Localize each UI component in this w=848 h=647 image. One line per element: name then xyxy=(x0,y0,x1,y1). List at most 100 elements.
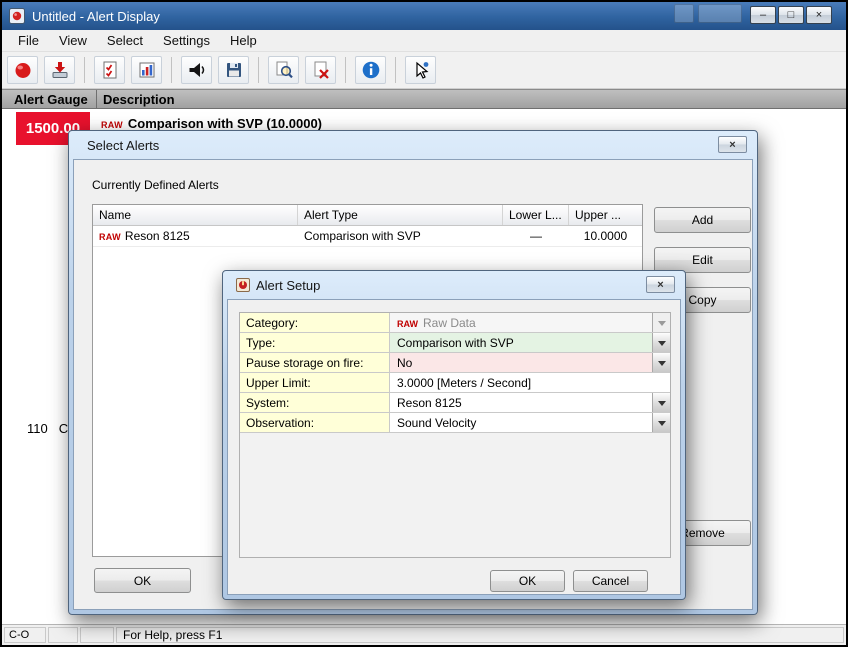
menu-help[interactable]: Help xyxy=(220,30,267,51)
field-label: Observation: xyxy=(240,413,390,432)
partial-row-value: 110 xyxy=(27,421,48,436)
alert-setup-titlebar[interactable]: Alert Setup × xyxy=(223,271,685,299)
import-icon xyxy=(50,60,70,80)
alert-setup-grid: Category: RAW Raw Data Type: Comparison w… xyxy=(239,312,671,558)
table-row[interactable]: RAW Reson 8125 Comparison with SVP — 10.… xyxy=(93,226,642,247)
main-titlebar[interactable]: Untitled - Alert Display – □ × xyxy=(2,2,846,30)
menu-select[interactable]: Select xyxy=(97,30,153,51)
info-icon xyxy=(361,60,381,80)
chevron-down-icon[interactable] xyxy=(652,353,670,372)
column-header-description[interactable]: Description xyxy=(97,90,846,108)
cancel-button[interactable]: Cancel xyxy=(573,570,648,592)
field-value: 3.0000 [Meters / Second] xyxy=(397,376,531,390)
pointer-button[interactable] xyxy=(405,56,436,84)
close-icon[interactable]: × xyxy=(646,276,675,293)
field-system: System: Reson 8125 xyxy=(240,393,670,413)
raw-tag: RAW xyxy=(397,319,418,329)
alert-setup-body: Category: RAW Raw Data Type: Comparison w… xyxy=(227,299,681,595)
alert-setup-icon xyxy=(236,278,250,292)
remove-view-icon xyxy=(311,60,331,80)
ok-button[interactable]: OK xyxy=(490,570,565,592)
column-header-lower-limit[interactable]: Lower L... xyxy=(503,205,569,225)
window-title: Untitled - Alert Display xyxy=(32,9,160,24)
column-header-alert-gauge[interactable]: Alert Gauge xyxy=(2,90,97,108)
field-label: System: xyxy=(240,393,390,412)
cell-lower-limit: — xyxy=(503,229,569,243)
currently-defined-alerts-label: Currently Defined Alerts xyxy=(92,178,219,192)
status-pane-2 xyxy=(48,627,78,643)
alert-description: Comparison with SVP (10.0000) xyxy=(128,116,322,131)
alert-row[interactable]: RAW Comparison with SVP (10.0000) xyxy=(101,116,322,131)
add-button[interactable]: Add xyxy=(654,207,751,233)
ok-button[interactable]: OK xyxy=(94,568,191,593)
field-category: Category: RAW Raw Data xyxy=(240,313,670,333)
toolbar-separator xyxy=(84,57,85,83)
chart-button[interactable] xyxy=(131,56,162,84)
close-icon[interactable]: × xyxy=(718,136,747,153)
menubar: File View Select Settings Help xyxy=(2,30,846,52)
type-combobox[interactable]: Comparison with SVP xyxy=(390,333,670,352)
raw-tag: RAW xyxy=(99,232,121,242)
field-label: Upper Limit: xyxy=(240,373,390,392)
observation-combobox[interactable]: Sound Velocity xyxy=(390,413,670,432)
alert-setup-dialog: Alert Setup × Category: RAW Raw Data Type… xyxy=(222,270,686,600)
menu-settings[interactable]: Settings xyxy=(153,30,220,51)
field-value: Sound Velocity xyxy=(397,416,476,430)
field-value: Raw Data xyxy=(423,316,476,330)
cell-upper-limit: 10.0000 xyxy=(569,229,642,243)
screen: Untitled - Alert Display – □ × File View… xyxy=(0,0,848,647)
alerts-table-header: Name Alert Type Lower L... Upper ... xyxy=(93,205,642,226)
save-button[interactable] xyxy=(218,56,249,84)
horn-icon xyxy=(187,60,207,80)
horn-button[interactable] xyxy=(181,56,212,84)
category-combobox[interactable]: RAW Raw Data xyxy=(390,313,670,332)
cell-alert-type: Comparison with SVP xyxy=(298,229,503,243)
field-upper-limit: Upper Limit: 3.0000 [Meters / Second] xyxy=(240,373,670,393)
column-header-name[interactable]: Name xyxy=(93,205,298,225)
statusbar: C-O For Help, press F1 xyxy=(2,624,846,645)
info-button[interactable] xyxy=(355,56,386,84)
field-type: Type: Comparison with SVP xyxy=(240,333,670,353)
column-header-alert-type[interactable]: Alert Type xyxy=(298,205,503,225)
dialog-title: Alert Setup xyxy=(256,278,320,293)
import-button[interactable] xyxy=(44,56,75,84)
dialog-title: Select Alerts xyxy=(87,138,159,153)
find-icon xyxy=(274,60,294,80)
chevron-down-icon[interactable] xyxy=(652,413,670,432)
app-icon xyxy=(9,8,25,24)
cell-name: RAW Reson 8125 xyxy=(93,229,298,243)
column-header-upper-limit[interactable]: Upper ... xyxy=(569,205,642,225)
list-header: Alert Gauge Description xyxy=(2,89,846,109)
alarm-icon xyxy=(13,60,33,80)
chevron-down-icon[interactable] xyxy=(652,333,670,352)
minimize-button[interactable]: – xyxy=(750,6,776,24)
toolbar-separator xyxy=(345,57,346,83)
checklist-icon xyxy=(100,60,120,80)
system-combobox[interactable]: Reson 8125 xyxy=(390,393,670,412)
field-value: No xyxy=(397,356,412,370)
pause-storage-combobox[interactable]: No xyxy=(390,353,670,372)
field-observation: Observation: Sound Velocity xyxy=(240,413,670,433)
field-label: Category: xyxy=(240,313,390,332)
alert-name: Reson 8125 xyxy=(125,229,190,243)
raw-tag: RAW xyxy=(101,120,123,130)
checklist-button[interactable] xyxy=(94,56,125,84)
field-value: Reson 8125 xyxy=(397,396,462,410)
find-button[interactable] xyxy=(268,56,299,84)
toolbar-separator xyxy=(171,57,172,83)
status-pane-3 xyxy=(80,627,114,643)
chevron-down-icon[interactable] xyxy=(652,393,670,412)
window-controls: – □ × xyxy=(750,6,832,24)
status-pane-1: C-O xyxy=(4,627,46,643)
remove-view-button[interactable] xyxy=(305,56,336,84)
ghost-window-controls xyxy=(674,4,742,23)
alarm-button[interactable] xyxy=(7,56,38,84)
menu-file[interactable]: File xyxy=(8,30,49,51)
field-label: Pause storage on fire: xyxy=(240,353,390,372)
select-alerts-titlebar[interactable]: Select Alerts × xyxy=(69,131,757,159)
upper-limit-input[interactable]: 3.0000 [Meters / Second] xyxy=(390,373,670,392)
maximize-button[interactable]: □ xyxy=(778,6,804,24)
close-button[interactable]: × xyxy=(806,6,832,24)
menu-view[interactable]: View xyxy=(49,30,97,51)
field-label: Type: xyxy=(240,333,390,352)
